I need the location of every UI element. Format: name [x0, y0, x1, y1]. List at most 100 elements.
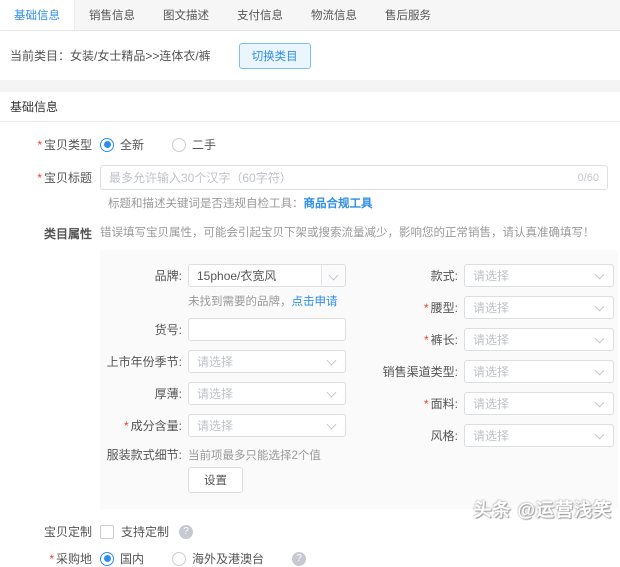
fashion-style-row: 风格: 请选择	[358, 424, 618, 447]
help-icon[interactable]: ?	[179, 525, 193, 539]
item-title-input[interactable]: 最多允许输入30个汉字（60字符） 0/60	[100, 165, 608, 190]
purchase-place-label: *采购地	[0, 550, 100, 567]
tab-logistics-info[interactable]: 物流信息	[297, 0, 371, 30]
thickness-row: 厚薄: 请选择	[100, 382, 358, 405]
season-select[interactable]: 请选择	[188, 350, 346, 373]
fashion-style-label: 风格:	[358, 427, 458, 444]
radio-label: 二手	[192, 136, 216, 153]
chevron-down-icon	[595, 302, 605, 312]
current-category-text: 当前类目：女装/女士精品>>连体衣/裤	[10, 47, 211, 64]
brand-label: 品牌:	[100, 267, 182, 284]
customization-label: 宝贝定制	[0, 523, 100, 540]
item-title-label: *宝贝标题	[0, 169, 100, 186]
brand-combobox[interactable]: 15phoe/衣宽风	[188, 264, 346, 287]
item-type-label: *宝贝类型	[0, 136, 100, 153]
brand-helper: 未找到需要的品牌，点击申请	[188, 293, 358, 309]
radio-selected-icon[interactable]	[100, 138, 114, 152]
item-number-label: 货号:	[100, 321, 182, 338]
chevron-down-icon	[595, 366, 605, 376]
item-title-placeholder: 最多允许输入30个汉字（60字符）	[109, 169, 578, 186]
thickness-select[interactable]: 请选择	[188, 382, 346, 405]
sales-channel-select[interactable]: 请选择	[464, 360, 614, 383]
required-mark: *	[424, 333, 429, 347]
chevron-down-icon[interactable]	[321, 265, 345, 286]
sales-channel-row: 销售渠道类型: 请选择	[358, 360, 618, 383]
chevron-down-icon	[595, 334, 605, 344]
style-detail-row: 服装款式细节: 当前项最多只能选择2个值	[100, 446, 358, 463]
category-props-label: 类目属性	[0, 225, 100, 242]
radio-unselected-icon[interactable]	[172, 138, 186, 152]
radio-unselected-icon[interactable]	[172, 552, 186, 566]
item-number-row: 货号:	[100, 318, 358, 341]
item-number-input[interactable]	[188, 318, 346, 341]
purchase-place-domestic[interactable]: 国内	[100, 550, 144, 567]
composition-label: *成分含量:	[100, 417, 182, 434]
category-props-row: 类目属性 错误填写宝贝属性，可能会引起宝贝下架或搜索流量减少，影响您的正常销售，…	[0, 225, 620, 242]
fabric-label: *面料:	[358, 395, 458, 412]
product-publish-page: 基础信息 销售信息 图文描述 支付信息 物流信息 售后服务 当前类目：女装/女士…	[0, 0, 620, 530]
section-title: 基础信息	[0, 92, 620, 122]
category-props-panel: 品牌: 15phoe/衣宽风 未找到需要的品牌，点击申请 货号:	[100, 250, 618, 509]
item-type-option-new[interactable]: 全新	[100, 136, 144, 153]
char-counter: 0/60	[578, 172, 599, 184]
fabric-select[interactable]: 请选择	[464, 392, 614, 415]
required-mark: *	[424, 397, 429, 411]
tab-after-sales[interactable]: 售后服务	[371, 0, 445, 30]
chevron-down-icon	[327, 356, 337, 366]
sales-channel-label: 销售渠道类型:	[358, 363, 458, 380]
customization-checkbox[interactable]	[100, 525, 114, 539]
waist-label: *腰型:	[358, 299, 458, 316]
pants-length-select[interactable]: 请选择	[464, 328, 614, 351]
compliance-tool-link[interactable]: 商品合规工具	[304, 198, 373, 210]
switch-category-button[interactable]: 切换类目	[239, 43, 311, 69]
season-label: 上市年份季节:	[100, 353, 182, 370]
tab-payment-info[interactable]: 支付信息	[223, 0, 297, 30]
pants-length-label: *裤长:	[358, 331, 458, 348]
current-category-row: 当前类目：女装/女士精品>>连体衣/裤 切换类目	[0, 31, 620, 80]
fashion-style-select[interactable]: 请选择	[464, 424, 614, 447]
chevron-down-icon	[595, 398, 605, 408]
season-row: 上市年份季节: 请选择	[100, 350, 358, 373]
composition-row: *成分含量: 请选择	[100, 414, 358, 437]
tab-description[interactable]: 图文描述	[149, 0, 223, 30]
radio-selected-icon[interactable]	[100, 552, 114, 566]
composition-select[interactable]: 请选择	[188, 414, 346, 437]
item-type-row: *宝贝类型 全新 二手	[0, 136, 620, 153]
purchase-place-overseas[interactable]: 海外及港澳台	[172, 550, 264, 567]
waist-select[interactable]: 请选择	[464, 296, 614, 319]
customization-checkbox-label: 支持定制	[121, 523, 169, 540]
apply-brand-link[interactable]: 点击申请	[292, 296, 338, 308]
props-right-column: 款式: 请选择 *腰型: 请选择	[358, 264, 618, 493]
radio-label: 全新	[120, 136, 144, 153]
fabric-row: *面料: 请选择	[358, 392, 618, 415]
category-props-warning: 错误填写宝贝属性，可能会引起宝贝下架或搜索流量减少，影响您的正常销售，请认真准确…	[100, 225, 603, 241]
style-label: 款式:	[358, 267, 458, 284]
style-detail-note: 当前项最多只能选择2个值	[188, 447, 321, 463]
chevron-down-icon	[327, 388, 337, 398]
top-tabbar: 基础信息 销售信息 图文描述 支付信息 物流信息 售后服务	[0, 0, 620, 31]
pants-length-row: *裤长: 请选择	[358, 328, 618, 351]
purchase-place-row: *采购地 国内 海外及港澳台 ?	[0, 550, 620, 567]
waist-row: *腰型: 请选择	[358, 296, 618, 319]
style-detail-setting-button[interactable]: 设置	[188, 467, 243, 493]
style-detail-label: 服装款式细节:	[100, 446, 182, 463]
radio-label: 海外及港澳台	[192, 550, 264, 567]
chevron-down-icon	[595, 430, 605, 440]
style-row: 款式: 请选择	[358, 264, 618, 287]
props-left-column: 品牌: 15phoe/衣宽风 未找到需要的品牌，点击申请 货号:	[100, 264, 358, 493]
required-mark: *	[37, 171, 42, 185]
required-mark: *	[124, 419, 129, 433]
help-icon[interactable]: ?	[292, 552, 306, 566]
item-type-option-used[interactable]: 二手	[172, 136, 216, 153]
item-title-row: *宝贝标题 最多允许输入30个汉字（60字符） 0/60	[0, 165, 620, 190]
tab-basic-info[interactable]: 基础信息	[0, 0, 75, 30]
tab-sales-info[interactable]: 销售信息	[75, 0, 149, 30]
chevron-down-icon	[595, 270, 605, 280]
customization-row: 宝贝定制 支持定制 ?	[0, 523, 620, 540]
thickness-label: 厚薄:	[100, 385, 182, 402]
radio-label: 国内	[120, 550, 144, 567]
style-select[interactable]: 请选择	[464, 264, 614, 287]
brand-row: 品牌: 15phoe/衣宽风	[100, 264, 358, 287]
required-mark: *	[37, 138, 42, 152]
brand-value: 15phoe/衣宽风	[197, 267, 276, 284]
